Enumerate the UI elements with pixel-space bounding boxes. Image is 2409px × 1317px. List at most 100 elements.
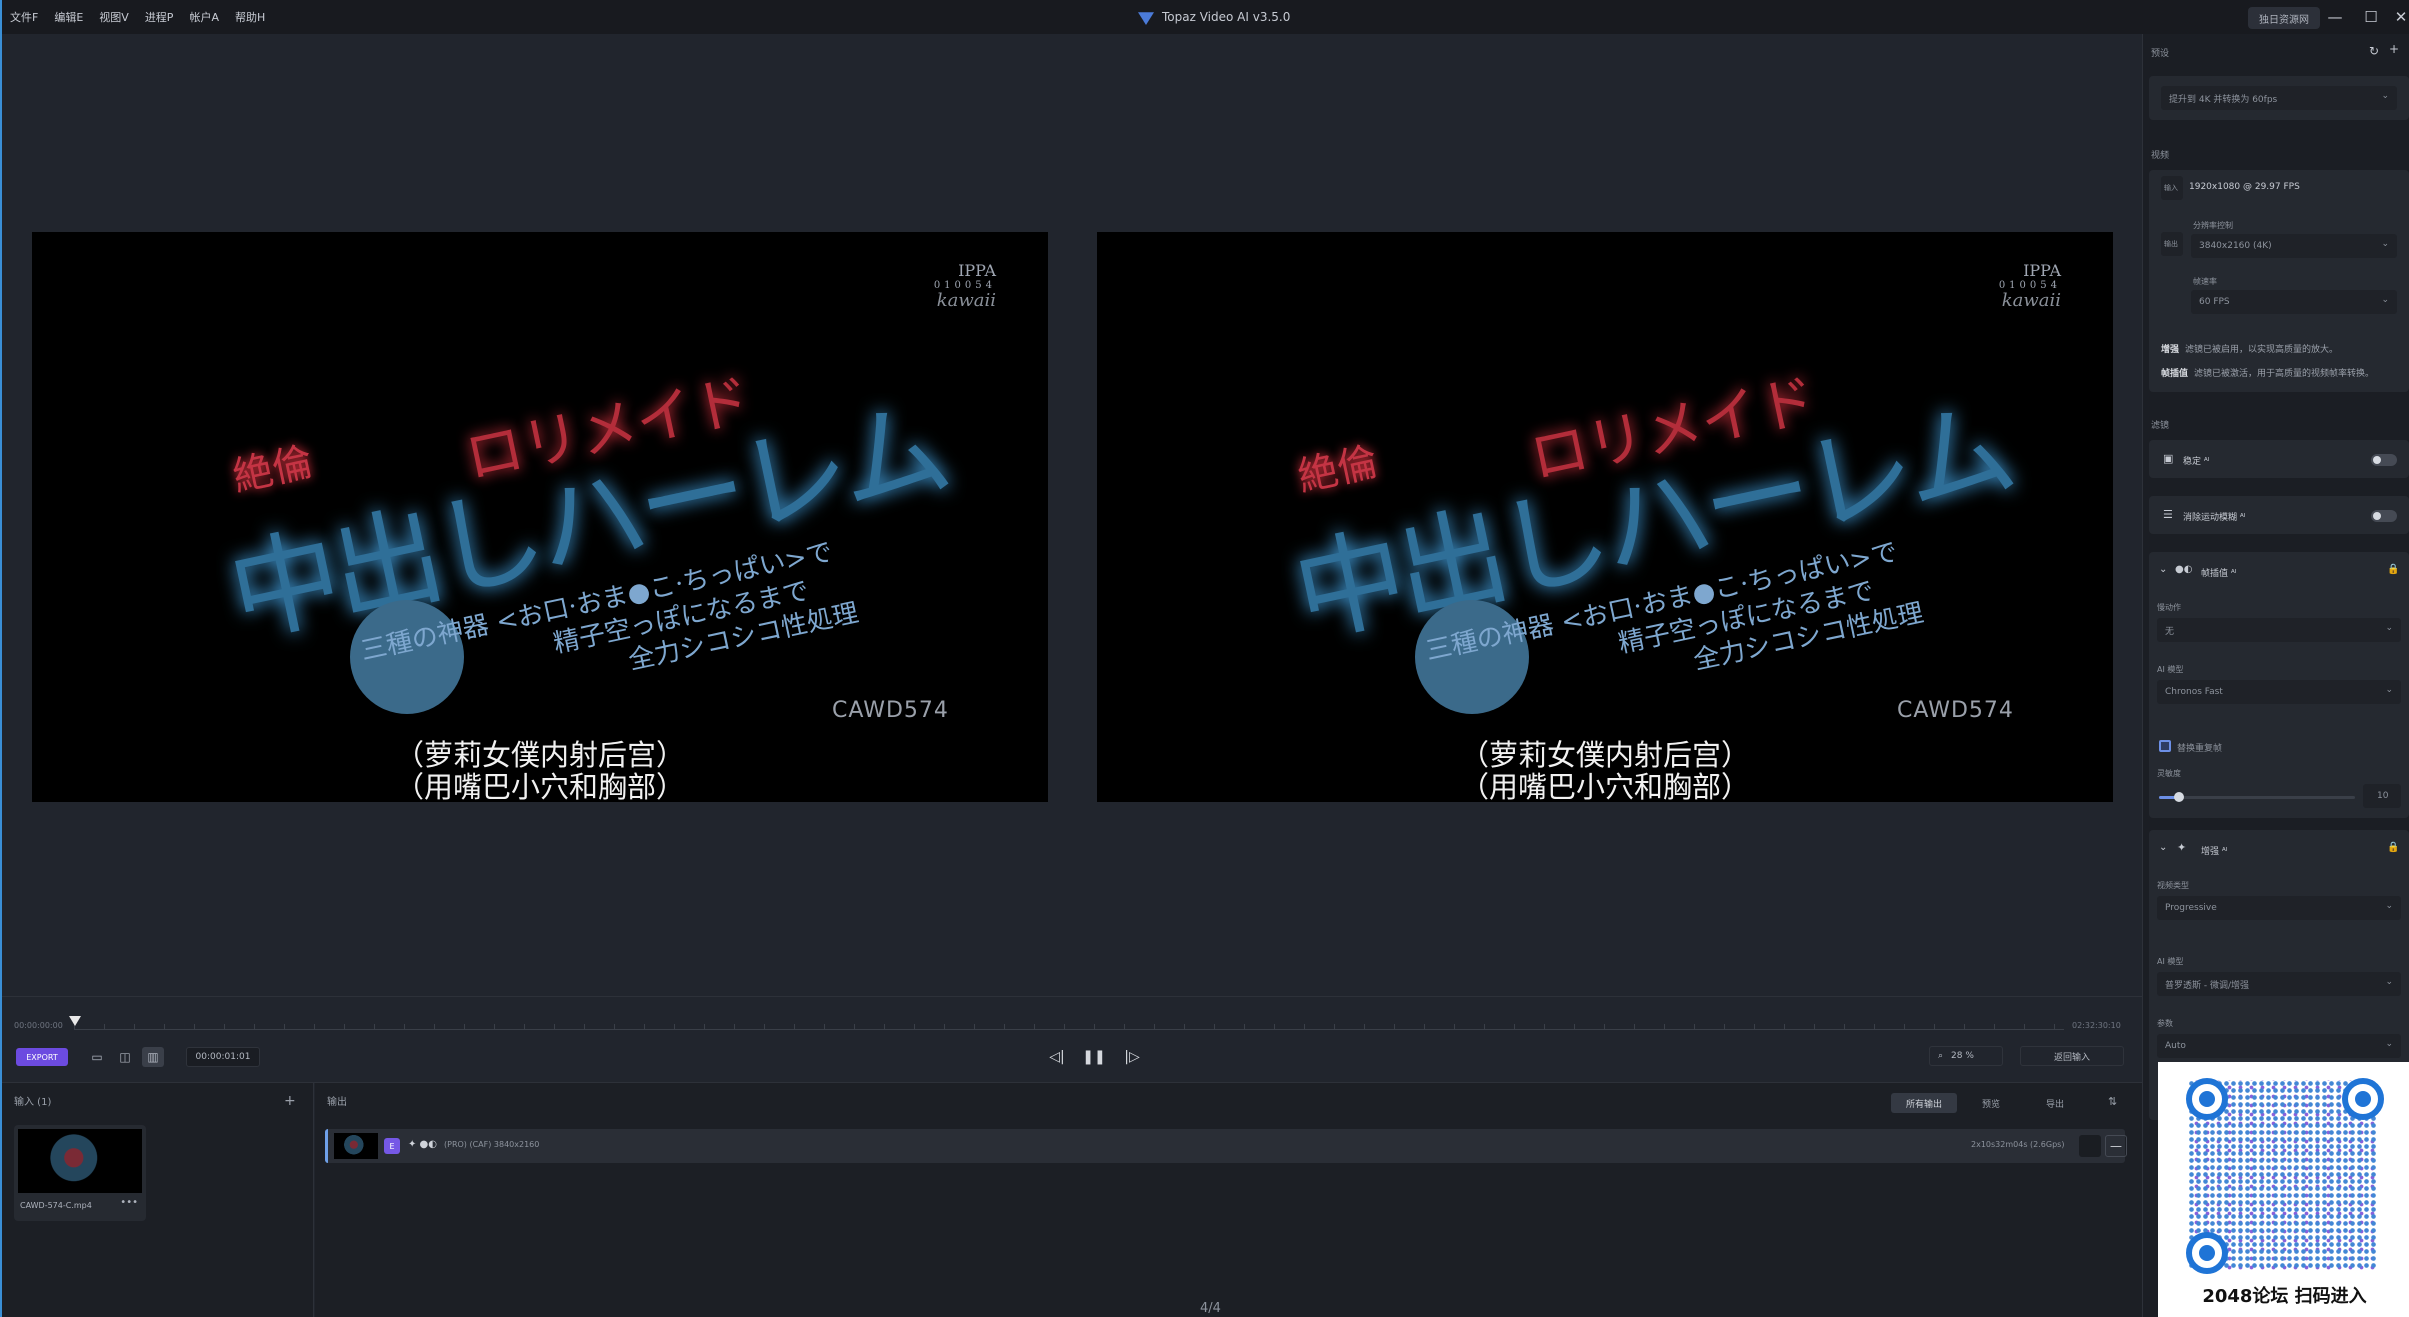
interp-model-value: Chronos Fast xyxy=(2165,687,2223,697)
slowmo-value: 无 xyxy=(2165,626,2175,637)
input-file-card[interactable]: CAWD-574-C.mp4 ••• xyxy=(14,1125,146,1221)
qr-code-overlay[interactable]: 2048论坛 扫码进入 xyxy=(2158,1062,2409,1317)
output-row[interactable]: E ✦ ●◐ (PRO) (CAF) 3840x2160 2x10s32m04s… xyxy=(325,1129,2127,1163)
chevron-down-icon: ⌄ xyxy=(2385,1039,2393,1049)
motion-blur-card[interactable]: ☰ 消除运动模糊 ᴬᴵ xyxy=(2149,496,2409,534)
chevron-down-icon: ⌄ xyxy=(2385,685,2393,695)
side-by-side-view-icon[interactable]: ▥ xyxy=(142,1047,164,1067)
zoom-select[interactable]: ⌕ 28 % xyxy=(1929,1046,2003,1066)
interp-model-select[interactable]: Chronos Fast ⌄ xyxy=(2157,680,2401,704)
output-status-box[interactable] xyxy=(2079,1135,2101,1157)
sensitivity-slider-track[interactable] xyxy=(2159,796,2355,799)
title-bar: 文件F 编辑E 视图V 进程P 帐户A 帮助H Topaz Video AI v… xyxy=(2,0,2409,34)
interp-note-text: 滤镜已被激活，用于高质量的视频帧率转换。 xyxy=(2194,369,2375,379)
sort-icon[interactable]: ⇅ xyxy=(2108,1095,2117,1108)
timeline-end-time: 02:32:30:10 xyxy=(2072,1021,2121,1030)
chevron-down-icon: ⌄ xyxy=(2385,901,2393,911)
sensitivity-label: 灵敏度 xyxy=(2157,769,2181,778)
enhance-model-label: AI 模型 xyxy=(2157,957,2184,966)
output-panel-title: 输出 xyxy=(327,1097,347,1108)
enhance-model-select[interactable]: 普罗透斯 - 微调/增强 ⌄ xyxy=(2157,972,2401,996)
menu-process[interactable]: 进程P xyxy=(145,9,174,25)
menu-file[interactable]: 文件F xyxy=(10,9,38,25)
params-label: 参数 xyxy=(2157,1019,2173,1028)
duplicate-frames-checkbox[interactable] xyxy=(2159,740,2171,752)
preset-label: 预设 xyxy=(2151,49,2170,59)
feedback-button[interactable]: 独日资源网 xyxy=(2248,7,2320,29)
motion-blur-icon: ☰ xyxy=(2163,508,2173,521)
timecode-field[interactable]: 00:00:01:01 xyxy=(186,1047,260,1067)
sensitivity-value[interactable]: 10 xyxy=(2363,784,2401,808)
collapse-chevron-icon[interactable]: ⌄ xyxy=(2159,842,2167,853)
add-input-icon[interactable]: + xyxy=(284,1093,296,1109)
ippa-text: IPPA xyxy=(2023,261,2061,280)
motion-blur-label: 消除运动模糊 ᴬᴵ xyxy=(2183,513,2246,523)
interp-note: 帧插值 滤镜已被激活，用于高质量的视频帧率转换。 xyxy=(2161,366,2374,379)
chevron-down-icon: ⌄ xyxy=(2381,295,2389,305)
export-button[interactable]: EXPORT xyxy=(16,1048,68,1066)
slowmo-select[interactable]: 无 ⌄ xyxy=(2157,618,2401,642)
qr-caption: 2048论坛 扫码进入 xyxy=(2202,1286,2367,1307)
ippa-text: IPPA xyxy=(958,261,996,280)
output-specs: (PRO) (CAF) 3840x2160 xyxy=(444,1140,540,1149)
remove-output-button[interactable]: — xyxy=(2105,1135,2127,1157)
topaz-logo-icon xyxy=(1138,12,1154,25)
zoom-value: 28 % xyxy=(1951,1051,1974,1061)
input-resolution: 1920x1080 @ 29.97 FPS xyxy=(2189,182,2300,192)
input-panel: 输入 (1) + CAWD-574-C.mp4 ••• xyxy=(2,1083,314,1317)
preview-original[interactable]: IPPA 010054 kawaii ロリメイド 中出しハーレム 絶倫 三種の神… xyxy=(32,232,1048,802)
params-value: Auto xyxy=(2165,1041,2186,1051)
reset-icon[interactable]: ↻ xyxy=(2369,44,2379,58)
menu-edit[interactable]: 编辑E xyxy=(54,9,83,25)
add-preset-icon[interactable]: + xyxy=(2389,42,2399,56)
single-view-icon[interactable]: ▭ xyxy=(86,1047,108,1067)
slowmo-label: 慢动作 xyxy=(2157,603,2181,612)
qr-finder-marker xyxy=(2342,1078,2384,1120)
split-view-icon[interactable]: ◫ xyxy=(114,1047,136,1067)
qr-finder-marker xyxy=(2186,1232,2228,1274)
lock-icon[interactable]: 🔒 xyxy=(2387,842,2399,853)
playhead-handle[interactable] xyxy=(69,1016,81,1026)
menu-bar: 文件F 编辑E 视图V 进程P 帐户A 帮助H xyxy=(2,9,265,25)
params-select[interactable]: Auto ⌄ xyxy=(2157,1034,2401,1058)
fps-select[interactable]: 60 FPS ⌄ xyxy=(2191,290,2397,314)
menu-view[interactable]: 视图V xyxy=(99,9,129,25)
stabilize-toggle[interactable] xyxy=(2371,454,2397,466)
maximize-icon[interactable]: ☐ xyxy=(2360,6,2382,28)
more-options-icon[interactable]: ••• xyxy=(120,1197,138,1208)
resolution-select[interactable]: 3840x2160 (4K) ⌄ xyxy=(2191,234,2397,258)
next-frame-icon[interactable]: |▷ xyxy=(1120,1045,1144,1069)
duplicate-frames-label: 替换重复帧 xyxy=(2177,744,2223,754)
output-tag: 输出 xyxy=(2161,232,2183,256)
tab-all-outputs[interactable]: 所有输出 xyxy=(1891,1093,1957,1113)
video-type-value: Progressive xyxy=(2165,903,2217,913)
motion-blur-toggle[interactable] xyxy=(2371,510,2397,522)
menu-help[interactable]: 帮助H xyxy=(235,9,265,25)
close-icon[interactable]: ✕ xyxy=(2390,6,2409,28)
filters-label: 滤镜 xyxy=(2151,421,2170,431)
frame-interpolation-title: 帧插值 ᴬᴵ xyxy=(2201,569,2237,579)
sensitivity-slider-handle[interactable] xyxy=(2174,792,2184,802)
enhance-note: 增强 滤镜已被启用，以实现高质量的放大。 xyxy=(2161,342,2338,355)
menu-account[interactable]: 帐户A xyxy=(189,9,219,25)
minimize-icon[interactable]: — xyxy=(2324,6,2346,28)
return-to-input-button[interactable]: 返回输入 xyxy=(2020,1046,2124,1066)
collapse-chevron-icon[interactable]: ⌄ xyxy=(2159,564,2167,575)
pause-icon[interactable]: ❚❚ xyxy=(1082,1045,1106,1069)
preset-select[interactable]: 提升到 4K 并转换为 60fps ⌄ xyxy=(2161,86,2397,110)
tab-preview[interactable]: 预览 xyxy=(1961,1093,2021,1113)
previous-frame-icon[interactable]: ◁| xyxy=(1045,1045,1069,1069)
timeline-ruler[interactable] xyxy=(74,1024,2064,1030)
stabilize-card[interactable]: ▣ 稳定 ᴬᴵ xyxy=(2149,440,2409,478)
video-card: 输入 1920x1080 @ 29.97 FPS 输出 分辨率控制 3840x2… xyxy=(2149,170,2409,392)
ippa-number: 010054 xyxy=(933,279,996,291)
ippa-logo: IPPA 010054 kawaii xyxy=(934,262,996,310)
tab-export[interactable]: 导出 xyxy=(2025,1093,2085,1113)
lock-icon[interactable]: 🔒 xyxy=(2387,564,2399,575)
filter-icons: ✦ ●◐ xyxy=(408,1139,438,1150)
fps-value: 60 FPS xyxy=(2199,297,2230,307)
enhance-badge: E xyxy=(384,1138,400,1154)
preview-enhanced[interactable]: IPPA 010054 kawaii ロリメイド 中出しハーレム 絶倫 三種の神… xyxy=(1097,232,2113,802)
stabilize-label: 稳定 ᴬᴵ xyxy=(2183,457,2210,467)
video-type-select[interactable]: Progressive ⌄ xyxy=(2157,896,2401,920)
